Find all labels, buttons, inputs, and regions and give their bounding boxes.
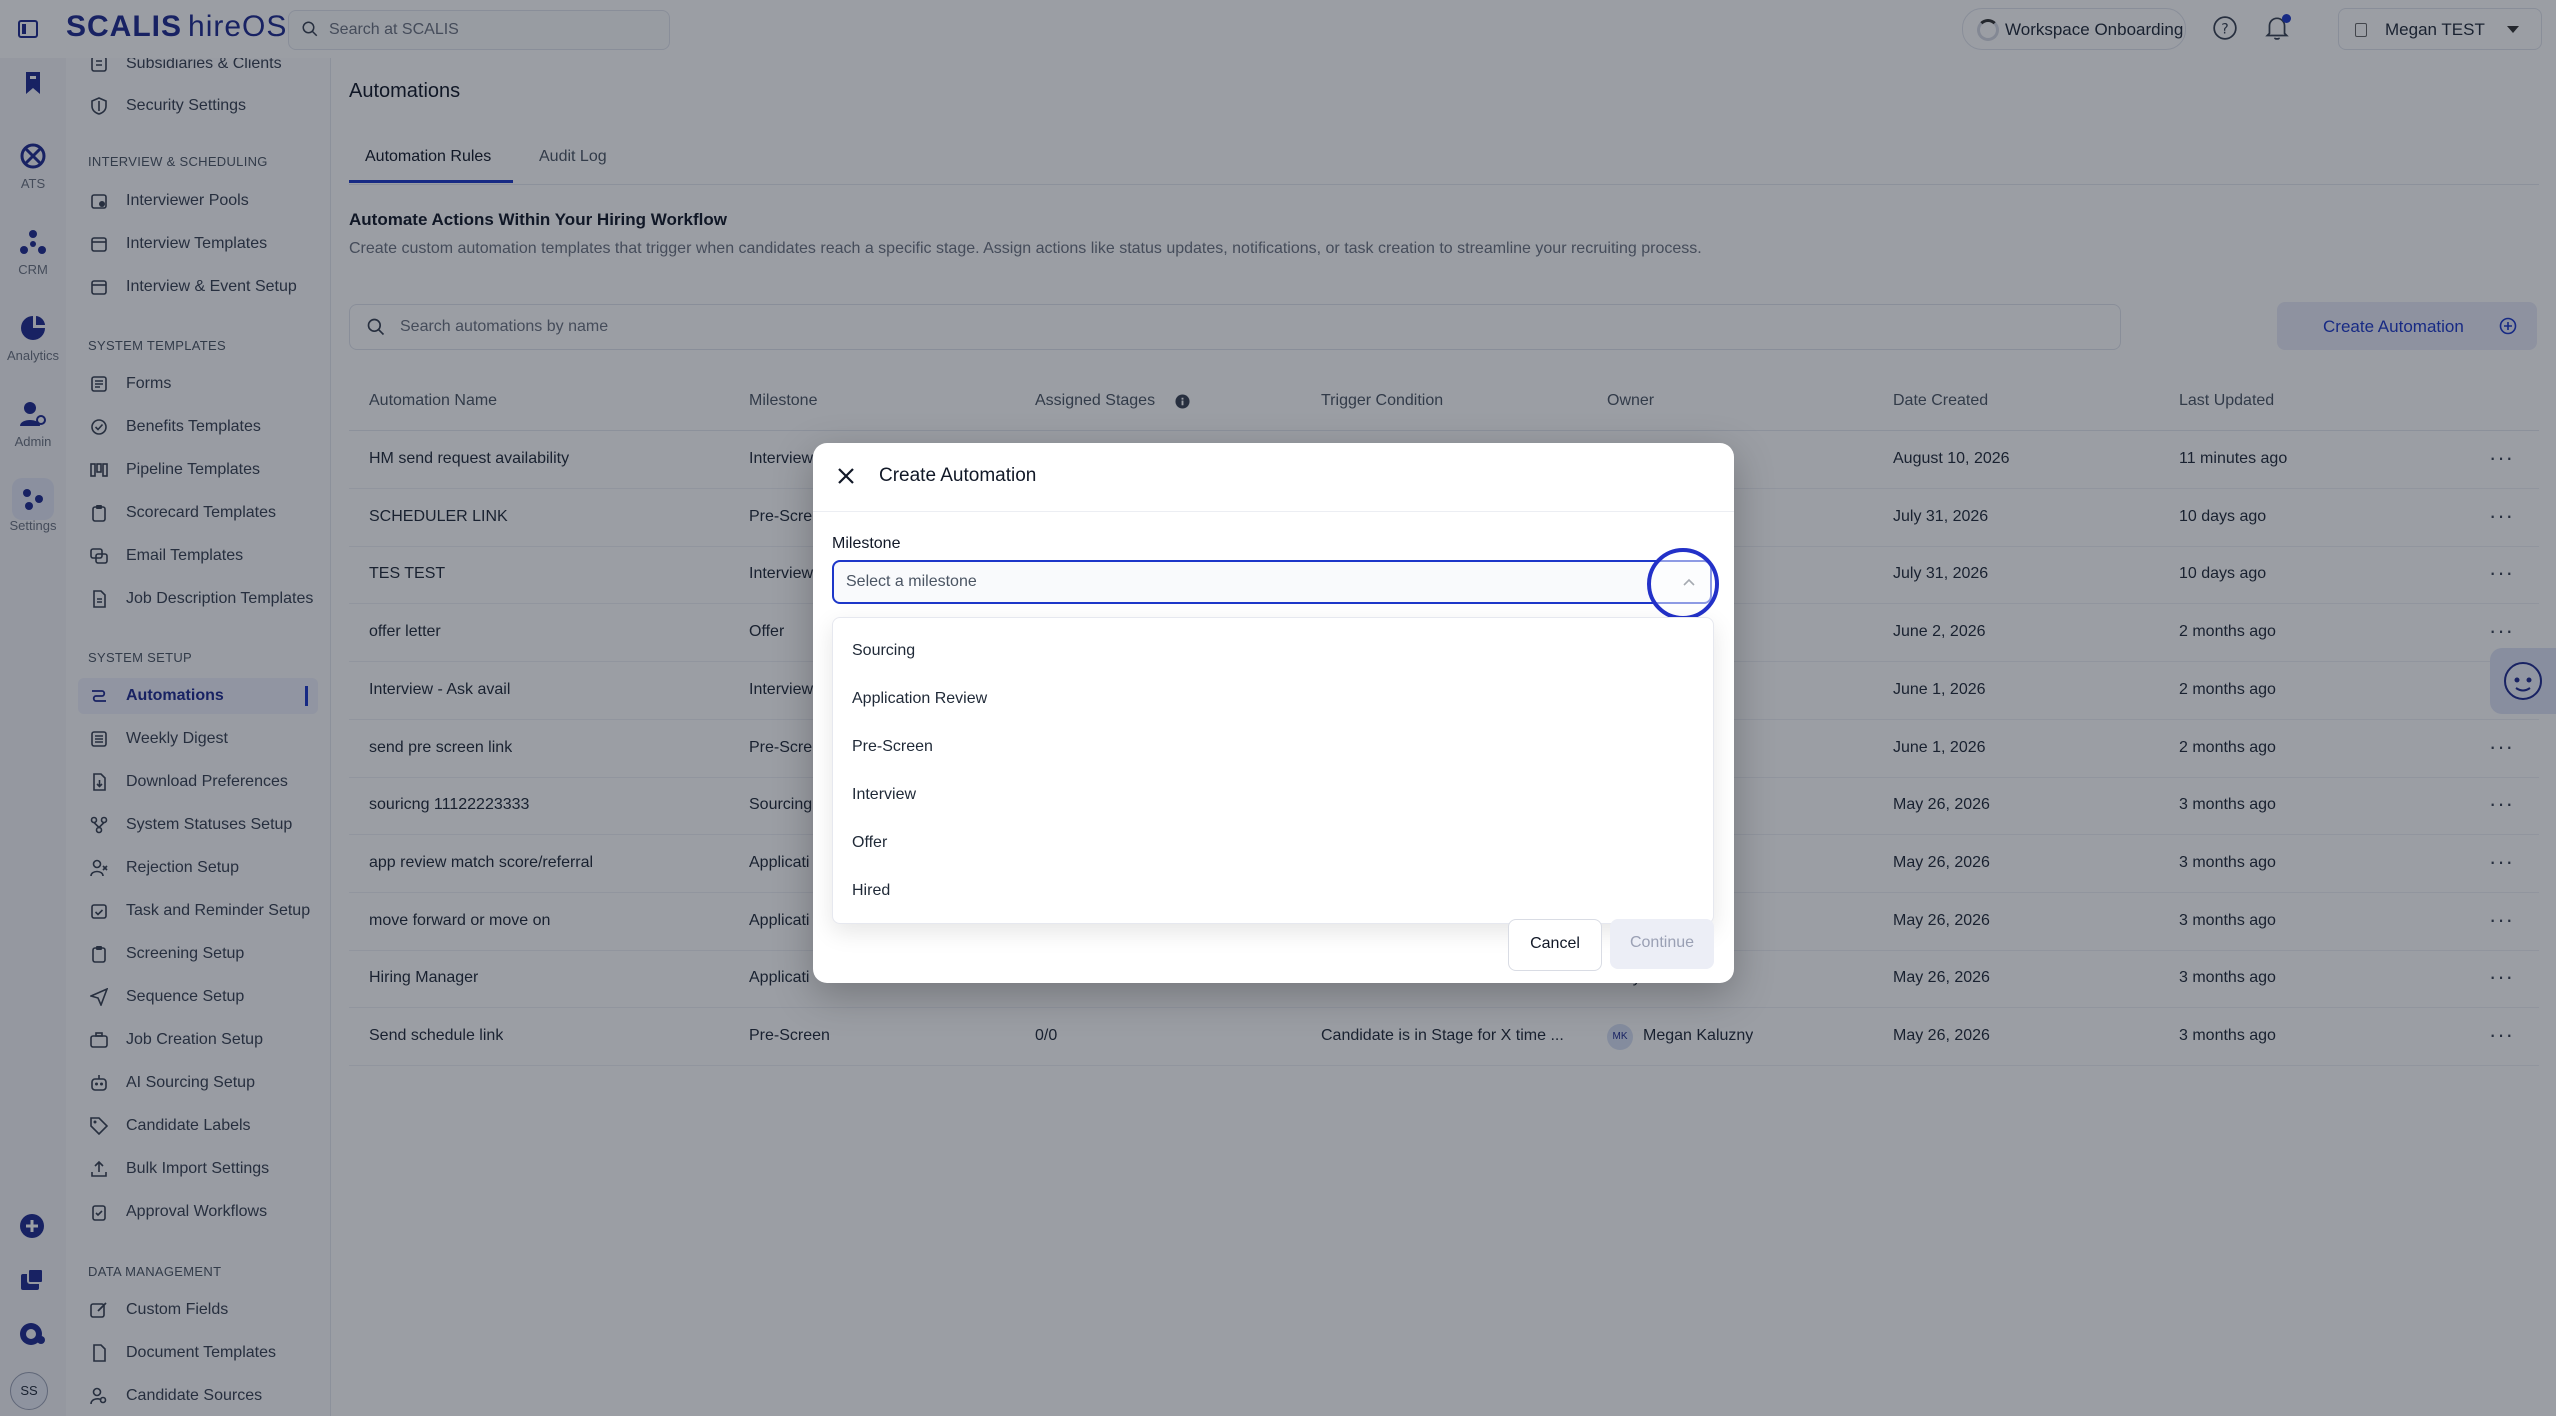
milestone-placeholder: Select a milestone <box>846 573 977 590</box>
milestone-dropdown: Sourcing Application Review Pre-Screen I… <box>832 617 1714 924</box>
milestone-option-sourcing[interactable]: Sourcing <box>833 628 1713 676</box>
create-automation-dialog: Create Automation Milestone Select a mil… <box>813 443 1734 983</box>
option-label: Interview <box>852 786 917 803</box>
option-label: Sourcing <box>852 642 916 659</box>
milestone-option-offer[interactable]: Offer <box>833 820 1713 868</box>
option-label: Hired <box>852 882 891 899</box>
option-label: Pre-Screen <box>852 738 933 755</box>
milestone-option-interview[interactable]: Interview <box>833 772 1713 820</box>
click-highlight-ring <box>1647 548 1719 620</box>
milestone-option-hired[interactable]: Hired <box>833 868 1713 916</box>
option-label: Application Review <box>852 690 988 707</box>
cancel-button[interactable]: Cancel <box>1508 919 1602 971</box>
close-icon[interactable] <box>835 465 857 487</box>
continue-button[interactable]: Continue <box>1610 919 1714 969</box>
dialog-title: Create Automation <box>879 465 1037 486</box>
cancel-label: Cancel <box>1530 935 1580 952</box>
dialog-header: Create Automation <box>813 443 1734 512</box>
milestone-option-pre-screen[interactable]: Pre-Screen <box>833 724 1713 772</box>
milestone-option-application-review[interactable]: Application Review <box>833 676 1713 724</box>
milestone-label: Milestone <box>832 535 901 552</box>
milestone-select[interactable]: Select a milestone <box>832 560 1712 604</box>
option-label: Offer <box>852 834 888 851</box>
continue-label: Continue <box>1629 934 1695 951</box>
